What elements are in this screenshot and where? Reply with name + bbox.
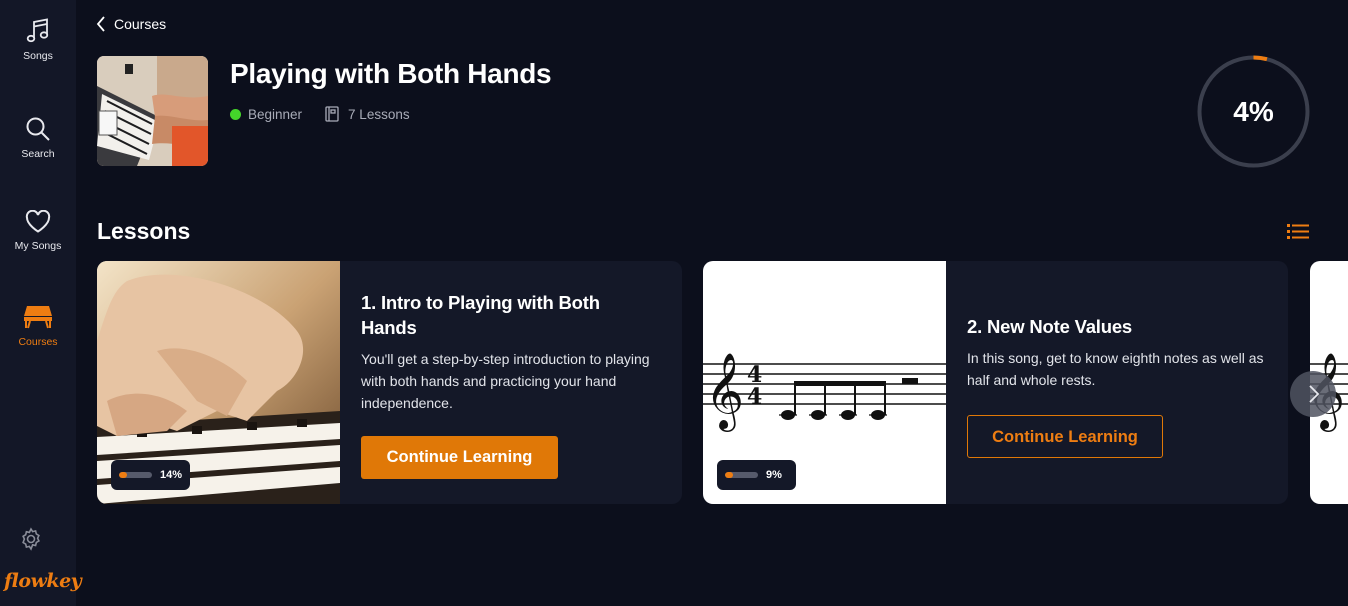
flowkey-logo[interactable]: flowkey bbox=[4, 570, 82, 592]
course-progress-label: 4% bbox=[1233, 96, 1274, 127]
lesson-image: 14% bbox=[97, 261, 340, 504]
sidebar-item-courses[interactable]: Courses bbox=[0, 304, 76, 348]
course-progress-ring: 4% bbox=[1197, 55, 1310, 168]
sidebar-item-label: Courses bbox=[18, 336, 58, 348]
lesson-card[interactable]: 𝄞 4 4 9% 2. New Note Values In this song… bbox=[703, 261, 1288, 504]
sidebar-item-search[interactable]: Search bbox=[0, 116, 76, 160]
heart-icon bbox=[25, 210, 51, 233]
gear-icon[interactable] bbox=[19, 527, 43, 551]
sidebar-item-songs[interactable]: Songs bbox=[0, 18, 76, 62]
page-title: Playing with Both Hands bbox=[230, 58, 552, 89]
sidebar-item-label: My Songs bbox=[14, 240, 62, 252]
lesson-progress-label: 14% bbox=[160, 469, 183, 481]
lesson-title: 1. Intro to Playing with Both Hands bbox=[361, 292, 600, 338]
course-meta: Beginner 7 Lessons bbox=[230, 106, 410, 122]
level-dot-icon bbox=[230, 108, 241, 120]
lesson-progress-bar bbox=[119, 472, 152, 478]
lesson-card-body: 2. New Note Values In this song, get to … bbox=[967, 314, 1266, 458]
lesson-progress-label: 9% bbox=[766, 469, 782, 481]
course-thumbnail bbox=[97, 56, 208, 166]
continue-learning-button[interactable]: Continue Learning bbox=[967, 415, 1163, 458]
book-icon bbox=[325, 106, 339, 122]
lesson-progress-bar bbox=[725, 472, 758, 478]
list-view-icon[interactable] bbox=[1287, 222, 1309, 240]
course-level: Beginner bbox=[248, 106, 303, 122]
carousel-next-button[interactable] bbox=[1290, 371, 1336, 417]
sidebar-item-label: Songs bbox=[23, 50, 53, 62]
lesson-card[interactable]: 14% 1. Intro to Playing with Both Hands … bbox=[97, 261, 682, 504]
svg-text:4: 4 bbox=[747, 384, 762, 410]
lesson-progress-badge: 9% bbox=[717, 460, 796, 490]
lessons-count: 7 Lessons bbox=[325, 106, 410, 122]
lesson-description: You'll get a step-by-step introduction t… bbox=[361, 351, 650, 411]
lessons-count-label: 7 Lessons bbox=[348, 106, 410, 122]
lesson-progress-badge: 14% bbox=[111, 460, 190, 490]
breadcrumb[interactable]: Courses bbox=[96, 16, 166, 32]
svg-text:𝄞: 𝄞 bbox=[705, 352, 744, 432]
lesson-progress-fill bbox=[725, 472, 734, 478]
lesson-progress-fill bbox=[119, 472, 128, 478]
search-icon bbox=[26, 117, 50, 141]
sidebar: Songs Search My Songs Courses flowkey bbox=[0, 0, 82, 606]
lessons-heading: Lessons bbox=[97, 218, 191, 244]
chevron-right-icon bbox=[1309, 385, 1320, 403]
courses-icon bbox=[24, 306, 52, 329]
lesson-description: In this song, get to know eighth notes a… bbox=[967, 350, 1264, 388]
lesson-image: 𝄞 4 4 9% bbox=[703, 261, 946, 504]
breadcrumb-label: Courses bbox=[114, 16, 167, 32]
lesson-title: 2. New Note Values bbox=[967, 316, 1133, 337]
continue-learning-button[interactable]: Continue Learning bbox=[361, 436, 558, 479]
sidebar-item-label: Search bbox=[21, 148, 55, 160]
lesson-card-body: 1. Intro to Playing with Both Hands You'… bbox=[361, 290, 660, 479]
music-note-icon bbox=[26, 18, 49, 43]
chevron-left-icon bbox=[96, 16, 105, 32]
sidebar-item-my-songs[interactable]: My Songs bbox=[0, 210, 76, 252]
